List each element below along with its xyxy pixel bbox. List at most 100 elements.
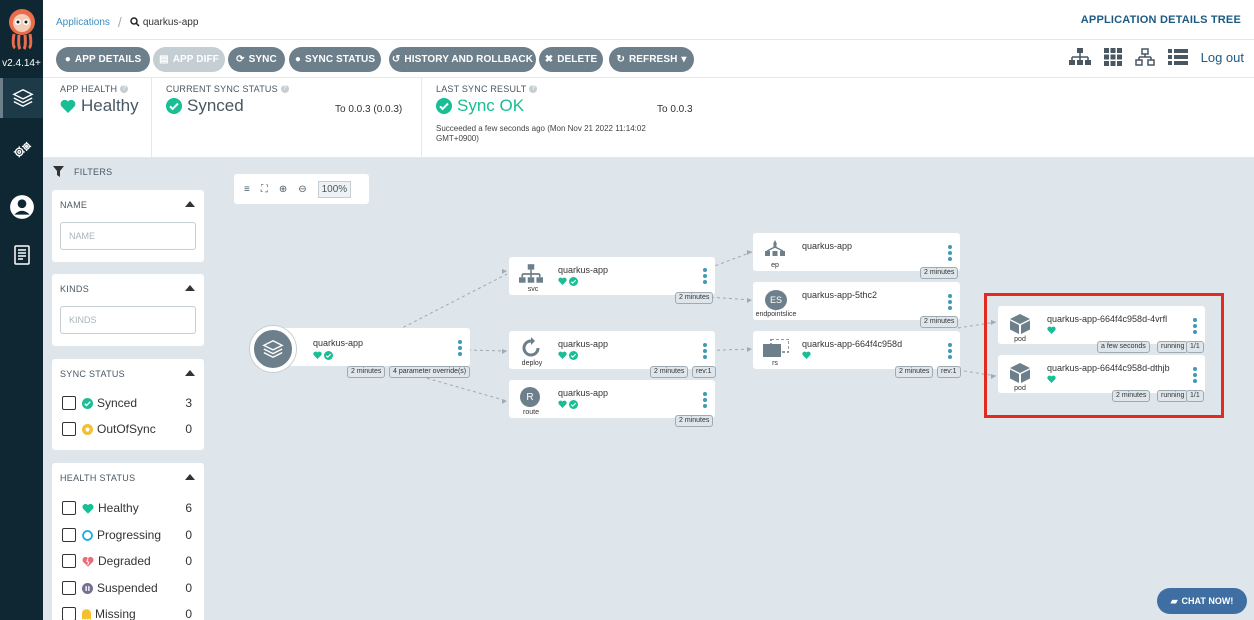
collapse-caret-icon[interactable] [185, 474, 195, 480]
checkbox[interactable] [62, 501, 76, 515]
filter-option-count: 0 [185, 554, 192, 568]
nav-user-info[interactable] [0, 187, 43, 227]
breadcrumb-current[interactable]: quarkus-app [130, 17, 198, 28]
chat-now-button[interactable]: ▰ CHAT NOW! [1157, 588, 1247, 614]
app-diff-button[interactable]: ▤ APP DIFF [153, 47, 225, 72]
refresh-label: REFRESH [628, 54, 678, 65]
filter-option-synced[interactable]: Synced 3 [62, 395, 192, 411]
name-filter: NAME NAME [52, 190, 204, 262]
app-health-section: APP HEALTH ? Healthy [60, 84, 139, 164]
node-kind: deploy [521, 360, 543, 367]
node-menu-icon[interactable] [703, 268, 707, 286]
help-icon[interactable]: ? [280, 85, 289, 93]
filter-option-healthy[interactable]: Healthy 6 [62, 500, 192, 516]
heart-icon [82, 503, 94, 514]
node-kind: endpointslice [755, 311, 797, 318]
filter-option-count: 0 [185, 581, 192, 595]
replicaset-node[interactable]: rs quarkus-app-664f4c958d [753, 331, 960, 369]
help-icon[interactable]: ? [120, 85, 129, 93]
check-circle-icon [82, 397, 93, 409]
checkbox[interactable] [62, 422, 76, 436]
view-title: APPLICATION DETAILS TREE [1080, 14, 1241, 26]
heart-icon [558, 277, 567, 285]
node-title: quarkus-app-664f4c958d [802, 339, 903, 349]
endpointslice-node[interactable]: ES endpointslice quarkus-app-5thc2 [753, 282, 960, 320]
app-details-button[interactable]: ● APP DETAILS [56, 47, 150, 72]
filter-option-progressing[interactable]: Progressing 0 [62, 527, 192, 543]
breadcrumb-applications-link[interactable]: Applications [56, 17, 110, 28]
sync-status-filter: SYNC STATUS Synced 3 OutOfSync 0 [52, 359, 204, 450]
argo-logo-icon[interactable] [6, 8, 38, 50]
left-nav: v2.4.14+ [0, 0, 43, 620]
name-filter-input[interactable]: NAME [60, 222, 196, 250]
pods-view-icon[interactable] [1103, 48, 1122, 66]
filter-icon [53, 166, 64, 177]
sync-button[interactable]: ⟳ SYNC [228, 47, 285, 72]
node-menu-icon[interactable] [948, 245, 952, 263]
filter-option-label: Progressing [97, 528, 162, 542]
gears-icon [13, 141, 31, 158]
tree-view-icon[interactable] [1068, 48, 1091, 66]
filter-option-label: Synced [97, 396, 138, 410]
filter-option-degraded[interactable]: Degraded 0 [62, 553, 192, 569]
view-switcher: Log out [1068, 48, 1244, 66]
filter-option-count: 0 [185, 422, 192, 436]
status-bar: APP HEALTH ? Healthy CURRENT SYNC STATUS… [43, 78, 1254, 158]
svc-node[interactable]: svc quarkus-app [509, 257, 715, 295]
node-menu-icon[interactable] [458, 340, 462, 358]
sync-status-filter-title: SYNC STATUS [60, 369, 125, 379]
node-status [558, 351, 578, 360]
collapse-caret-icon[interactable] [185, 201, 195, 207]
checkbox[interactable] [62, 528, 76, 542]
node-menu-icon[interactable] [948, 343, 952, 361]
collapse-caret-icon[interactable] [185, 285, 195, 291]
filter-option-count: 0 [185, 528, 192, 542]
history-icon: ↺ [391, 54, 401, 65]
endpointslice-icon: ES [765, 290, 787, 310]
refresh-button[interactable]: ↻ REFRESH ▾ [609, 47, 694, 72]
kinds-filter-input[interactable]: KINDS [60, 306, 196, 334]
app-health-label: APP HEALTH ? [60, 84, 139, 94]
node-title: quarkus-app [558, 265, 609, 275]
node-menu-icon[interactable] [703, 343, 707, 361]
caret-down-icon: ▾ [681, 54, 687, 65]
app-node[interactable]: quarkus-app [250, 326, 470, 372]
check-circle-icon [569, 400, 578, 409]
nav-applications[interactable] [0, 78, 43, 118]
filter-option-missing[interactable]: Missing 0 [62, 606, 192, 620]
sync-status-button[interactable]: ● SYNC STATUS [289, 47, 381, 72]
checkbox[interactable] [62, 554, 76, 568]
node-menu-icon[interactable] [703, 392, 707, 410]
node-menu-icon[interactable] [948, 294, 952, 312]
checkbox[interactable] [62, 607, 76, 620]
node-status [802, 351, 811, 359]
checkbox[interactable] [62, 396, 76, 410]
pause-circle-icon [82, 582, 93, 594]
collapse-caret-icon[interactable] [185, 370, 195, 376]
health-status-filter: HEALTH STATUS Healthy 6 Progressing 0 De… [52, 463, 204, 620]
filter-option-outofsync[interactable]: OutOfSync 0 [62, 421, 192, 437]
filter-option-suspended[interactable]: Suspended 0 [62, 580, 192, 596]
last-sync-detail: Succeeded a few seconds ago (Mon Nov 21 … [436, 124, 646, 143]
filters-title: FILTERS [74, 166, 113, 177]
deploy-node[interactable]: deploy quarkus-app [509, 331, 715, 369]
checkbox[interactable] [62, 581, 76, 595]
last-sync-heading: LAST SYNC RESULT ? [436, 84, 736, 94]
delete-button[interactable]: ✖ DELETE [539, 47, 603, 72]
history-rollback-button[interactable]: ↺ HISTORY AND ROLLBACK [389, 47, 536, 72]
network-view-icon[interactable] [1134, 48, 1155, 66]
ep-node[interactable]: ep quarkus-app [753, 233, 960, 271]
node-title: quarkus-app [802, 241, 853, 251]
chat-now-label: CHAT NOW! [1181, 596, 1234, 606]
help-icon[interactable]: ? [529, 85, 538, 93]
route-node[interactable]: R route quarkus-app [509, 380, 715, 418]
logout-link[interactable]: Log out [1201, 50, 1244, 65]
check-circle-icon [569, 351, 578, 360]
list-view-icon[interactable] [1167, 48, 1188, 66]
nav-settings[interactable] [0, 131, 43, 171]
broken-heart-icon [82, 556, 94, 567]
node-kind: route [523, 409, 539, 416]
nav-documentation[interactable] [0, 235, 43, 275]
version-label: v2.4.14+ [2, 58, 41, 69]
kinds-filter: KINDS KINDS [52, 274, 204, 346]
